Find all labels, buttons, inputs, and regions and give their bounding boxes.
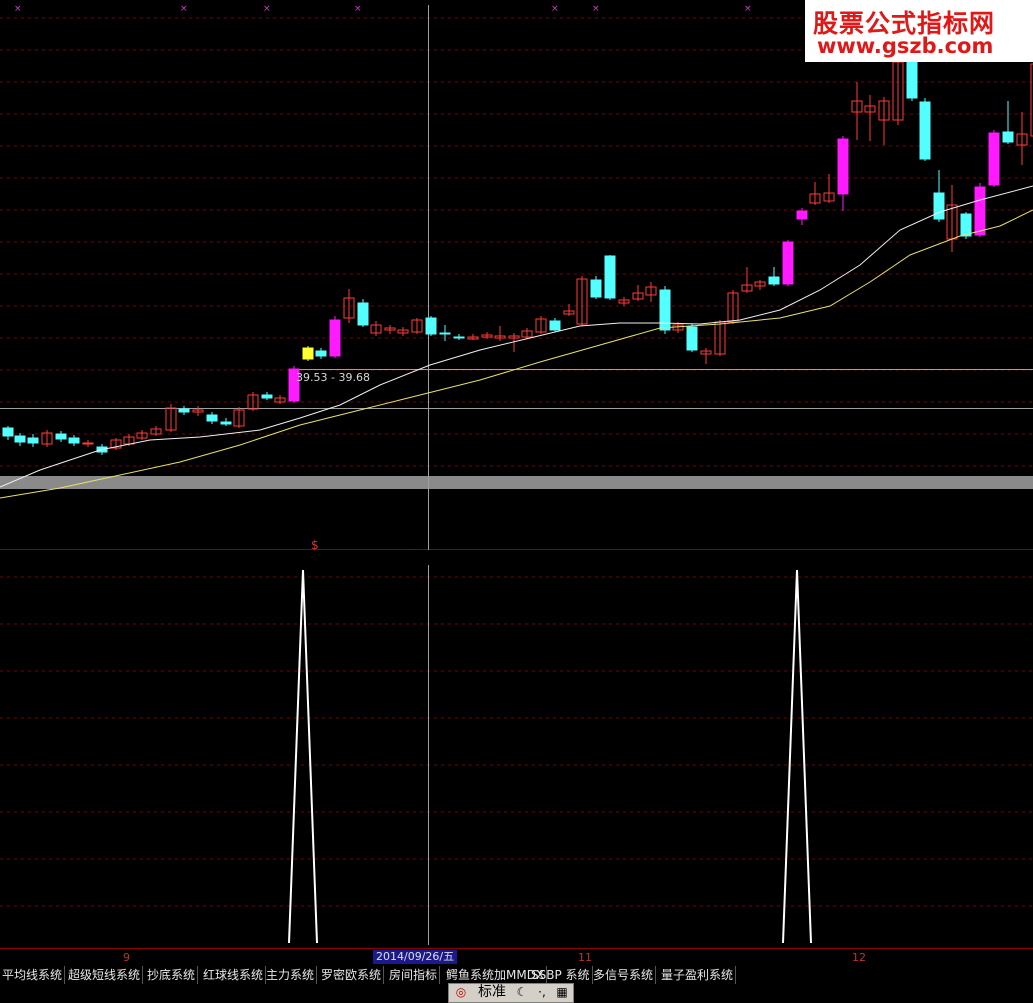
candle-body <box>315 350 327 357</box>
candle-body <box>55 433 67 440</box>
top-marker: × <box>180 4 188 14</box>
tab-romeo[interactable]: 罗密欧系统 <box>319 966 385 984</box>
top-marker: × <box>551 4 559 14</box>
candle-body <box>659 289 671 331</box>
candle-body <box>604 255 616 299</box>
candle-body <box>782 241 794 285</box>
price-range-label: 39.53 - 39.68 <box>296 371 370 384</box>
candle-body <box>2 427 14 437</box>
tab-red-ball[interactable]: 红球线系统 <box>201 966 267 984</box>
candle-body <box>796 210 808 220</box>
indicator-canvas[interactable] <box>0 565 1033 945</box>
candle-body <box>302 347 314 360</box>
signal-marker: $ <box>311 538 319 552</box>
tab-main-force[interactable]: 主力系统 <box>264 966 318 984</box>
top-marker: × <box>354 4 362 14</box>
candle-body <box>686 326 698 351</box>
tab-room-indicator[interactable]: 房间指标 <box>387 966 441 984</box>
signal-spike <box>288 569 318 944</box>
candle-body <box>178 408 190 413</box>
candle-body <box>837 138 849 195</box>
keyboard-icon[interactable]: ▦ <box>553 985 571 1000</box>
tab-multi-signal[interactable]: 多信号系统 <box>591 966 657 984</box>
candle-body <box>906 61 918 99</box>
tab-quantum-profit[interactable]: 量子盈利系统 <box>659 966 737 984</box>
axis-label-month-9: 9 <box>123 951 130 964</box>
candle-body <box>425 317 437 335</box>
candle-body <box>933 192 945 220</box>
top-marker: × <box>592 4 600 14</box>
ma-line-yellow <box>0 209 1033 499</box>
candle-body <box>988 132 1000 186</box>
main-chart-panel[interactable]: × × × × × × × <box>0 0 1033 550</box>
cursor-date-label: 2014/09/26/五 <box>373 950 458 964</box>
time-axis: 9 2014/09/26/五 11 12 <box>0 948 1033 967</box>
candle-body <box>206 414 218 422</box>
candle-body <box>82 442 94 445</box>
watermark-url: www.gszb.com <box>817 34 994 58</box>
price-band <box>0 476 1033 489</box>
candle-body <box>68 437 80 444</box>
top-marker: × <box>744 4 752 14</box>
site-watermark: 股票公式指标网 www.gszb.com <box>805 0 1033 62</box>
tab-super-short[interactable]: 超级短线系统 <box>66 966 144 984</box>
signal-spike <box>782 569 812 944</box>
ime-mode-button[interactable]: 标准 <box>473 985 511 1000</box>
candle-body <box>261 394 273 399</box>
top-marker: × <box>14 4 22 14</box>
axis-label-month-12: 12 <box>852 951 866 964</box>
candle-body <box>14 435 26 443</box>
tab-ma-system[interactable]: 平均线系统 <box>0 966 66 984</box>
ime-logo-icon[interactable]: ◎ <box>451 985 471 1000</box>
candle-body <box>919 101 931 160</box>
candle-body <box>329 319 341 357</box>
tab-bottom-fishing[interactable]: 抄底系统 <box>145 966 199 984</box>
candle-body <box>1002 131 1014 143</box>
candle-body <box>453 336 465 339</box>
indicator-panel[interactable] <box>0 565 1033 945</box>
moon-icon[interactable]: ☾ <box>513 985 531 1000</box>
punctuation-button[interactable]: ·, <box>533 985 551 1000</box>
candle-body <box>974 186 986 236</box>
top-marker: × <box>263 4 271 14</box>
candle-body <box>357 302 369 326</box>
axis-label-month-11: 11 <box>578 951 592 964</box>
candle-body <box>768 276 780 285</box>
candle-body <box>960 213 972 237</box>
candle-body <box>439 332 451 335</box>
ime-toolbar: ◎ 标准 ☾ ·, ▦ <box>448 983 574 1003</box>
candle-body <box>549 320 561 331</box>
tab-ssbp[interactable]: SSBP 系统 <box>529 966 593 984</box>
candle-body <box>27 437 39 444</box>
candle-body <box>220 421 232 425</box>
main-chart-canvas[interactable]: × × × × × × × <box>0 0 1033 550</box>
candle-body <box>590 279 602 298</box>
